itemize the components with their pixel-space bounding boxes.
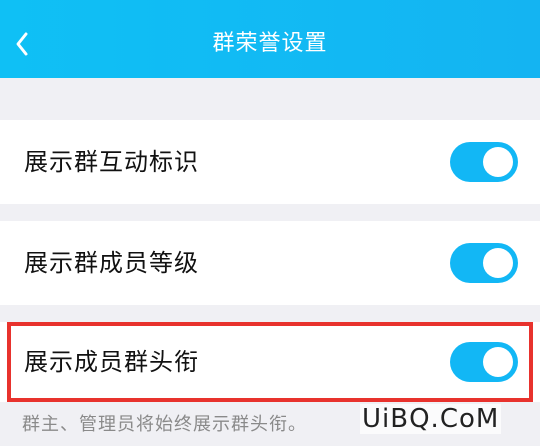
setting-row-member-level: 展示群成员等级 <box>0 221 540 305</box>
setting-row-interaction-badge: 展示群互动标识 <box>0 120 540 204</box>
setting-label: 展示群成员等级 <box>24 249 199 277</box>
member-level-toggle[interactable] <box>450 243 518 283</box>
setting-label: 展示群互动标识 <box>24 148 199 176</box>
member-title-toggle[interactable] <box>450 342 518 382</box>
toggle-knob <box>483 248 513 278</box>
page-title: 群荣誉设置 <box>212 31 328 56</box>
interaction-badge-toggle[interactable] <box>450 142 518 182</box>
setting-label: 展示成员群头衔 <box>24 348 199 376</box>
footnote-text: 群主、管理员将始终展示群头衔。 <box>22 414 307 435</box>
toggle-knob <box>483 147 513 177</box>
watermark: UiBQ.CoM <box>360 404 502 434</box>
setting-row-member-title: 展示成员群头衔 <box>0 322 540 402</box>
toggle-knob <box>483 347 513 377</box>
